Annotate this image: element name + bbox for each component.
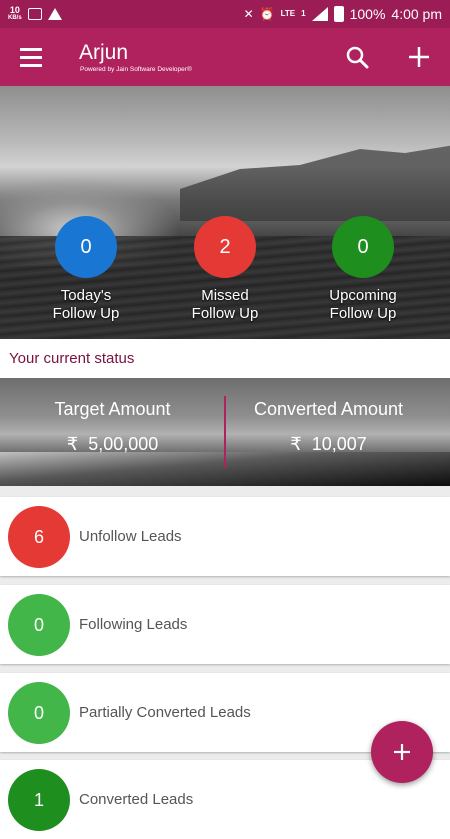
unfollow-leads-count: 6: [8, 505, 70, 568]
app-titles: Arjun Powered by Jain Software Developer…: [79, 41, 192, 74]
partially-converted-leads-label: Partially Converted Leads: [79, 704, 251, 721]
status-right: ✕ ⏰ LTE 1 100% 4:00 pm: [244, 6, 442, 22]
app-bar: Arjun Powered by Jain Software Developer…: [0, 28, 450, 86]
converted-amount-title: Converted Amount: [253, 399, 404, 419]
missed-follow-up[interactable]: 2 Missed Follow Up: [160, 216, 290, 323]
network-speed-unit: KB/s: [8, 15, 22, 21]
following-leads-label: Following Leads: [79, 616, 188, 633]
search-button[interactable]: [326, 28, 388, 86]
converted-amount: Converted Amount ₹ 10,007: [216, 398, 441, 455]
battery-icon: [333, 6, 344, 22]
current-status-heading: Your current status: [0, 339, 450, 378]
signal-icon: [311, 7, 328, 21]
rupee-icon: ₹: [290, 434, 302, 454]
target-amount: Target Amount ₹ 5,00,000: [0, 398, 225, 455]
app-subtitle: Powered by Jain Software Developer®: [80, 65, 192, 73]
status-bar: 10 KB/s ✕ ⏰ LTE 1 100% 4:00 pm: [0, 0, 450, 28]
plus-icon: [409, 47, 429, 67]
missed-follow-up-label: Missed Follow Up: [191, 287, 259, 322]
battery-percent: 100%: [349, 6, 386, 22]
unfollow-leads-label: Unfollow Leads: [79, 528, 182, 545]
add-button[interactable]: [388, 28, 450, 86]
plus-icon: [394, 744, 410, 760]
network-speed-value: 10: [9, 5, 20, 15]
mountain-backdrop: [180, 141, 450, 221]
list-item-unfollow-leads[interactable]: 6 Unfollow Leads: [0, 497, 450, 576]
missed-follow-up-count: 2: [194, 216, 256, 278]
amount-summary: Target Amount ₹ 5,00,000 Converted Amoun…: [0, 378, 450, 486]
converted-amount-value: 10,007: [311, 434, 367, 454]
mute-icon: ✕: [243, 7, 254, 21]
target-amount-value: 5,00,000: [88, 434, 159, 454]
todays-follow-up-count: 0: [55, 216, 117, 278]
add-lead-fab[interactable]: [371, 721, 433, 783]
status-left: 10 KB/s: [8, 6, 62, 22]
sim-indicator: 1: [301, 9, 306, 18]
app-title: Arjun: [79, 40, 129, 64]
upcoming-follow-up[interactable]: 0 Upcoming Follow Up: [298, 216, 428, 323]
upcoming-follow-up-count: 0: [332, 216, 394, 278]
warning-icon: [47, 8, 62, 20]
todays-follow-up-label: Today's Follow Up: [52, 287, 120, 322]
menu-button[interactable]: [0, 28, 62, 86]
follow-up-banner: 0 Today's Follow Up 2 Missed Follow Up 0…: [0, 86, 450, 339]
clock: 4:00 pm: [391, 6, 442, 22]
partially-converted-leads-count: 0: [8, 681, 70, 744]
search-icon: [346, 46, 369, 69]
target-amount-value-row: ₹ 5,00,000: [0, 433, 225, 455]
upcoming-follow-up-label: Upcoming Follow Up: [329, 287, 397, 322]
image-notification-icon: [27, 8, 42, 20]
target-amount-title: Target Amount: [54, 399, 171, 419]
rupee-icon: ₹: [66, 434, 79, 454]
list-item-following-leads[interactable]: 0 Following Leads: [0, 585, 450, 664]
following-leads-count: 0: [8, 593, 70, 656]
network-type: LTE: [280, 9, 296, 18]
alarm-icon: ⏰: [259, 7, 275, 21]
converted-amount-value-row: ₹ 10,007: [216, 433, 441, 455]
todays-follow-up[interactable]: 0 Today's Follow Up: [21, 216, 151, 323]
menu-icon: [20, 47, 42, 51]
app-actions: [326, 28, 450, 86]
network-speed: 10 KB/s: [8, 6, 22, 22]
